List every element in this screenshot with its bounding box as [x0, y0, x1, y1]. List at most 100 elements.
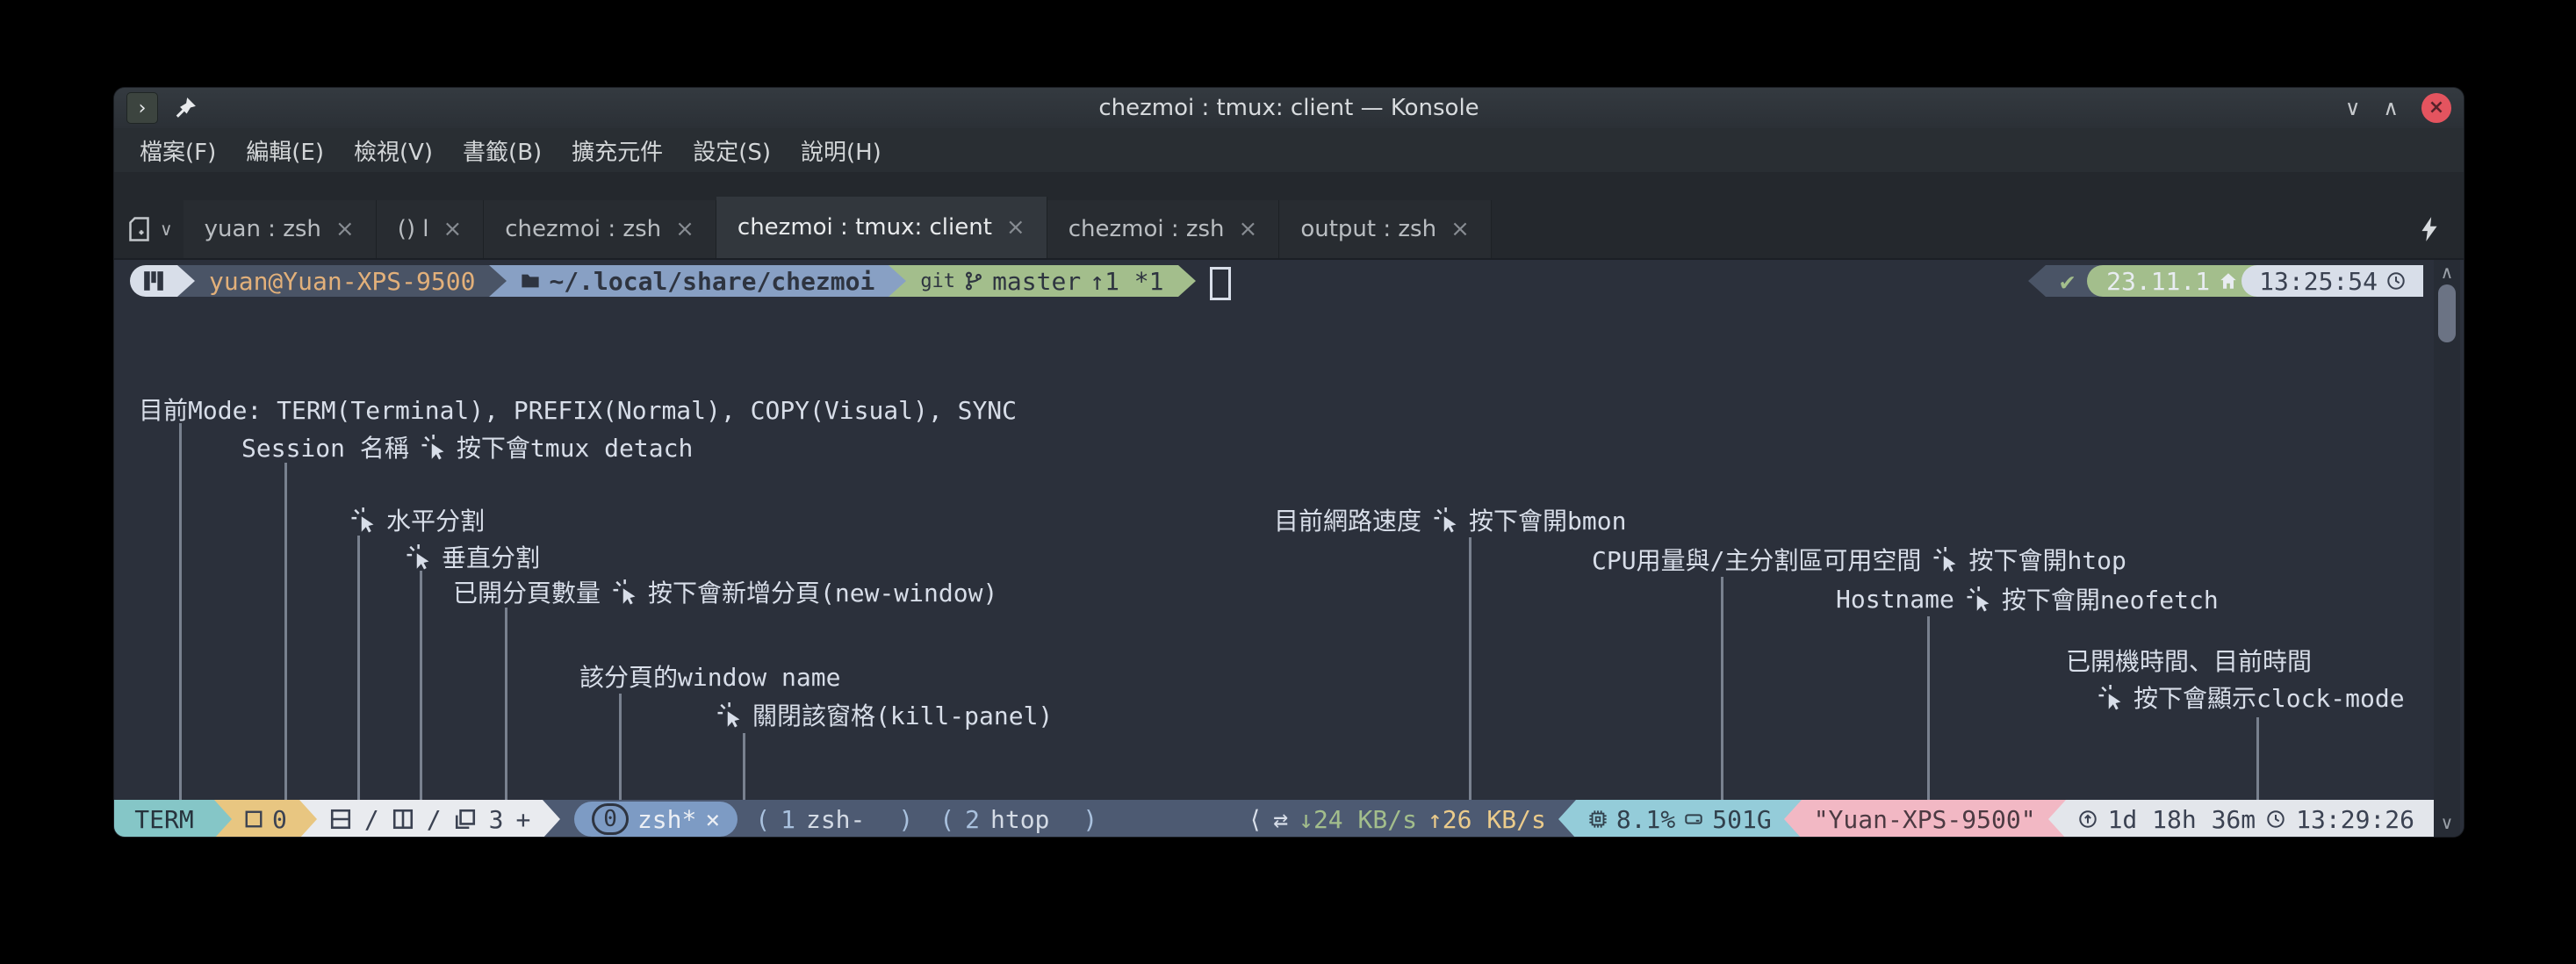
distro-icon — [142, 270, 165, 292]
connector-line — [1721, 577, 1723, 800]
close-button[interactable]: × — [2421, 93, 2451, 123]
tmux-mode-segment: TERM — [114, 800, 214, 837]
maximize-button[interactable]: ∧ — [2383, 97, 2399, 119]
folder-icon — [521, 271, 540, 291]
tab-parens[interactable]: () l × — [377, 200, 485, 258]
mouse-click-icon — [2097, 684, 2123, 710]
cpu-usage: 8.1% — [1616, 805, 1675, 834]
prompt-version: 23.11.1 — [2106, 267, 2210, 296]
menu-bookmarks[interactable]: 書籤(B) — [448, 128, 557, 172]
app-chevron-glyph: › — [139, 97, 147, 119]
tmux-window-2[interactable]: ( 2 htop ) — [931, 800, 1106, 837]
tab-yuan-zsh[interactable]: yuan : zsh × — [183, 200, 377, 258]
prompt-cwd: ~/.local/share/chezmoi — [549, 267, 874, 296]
connector-line — [284, 463, 287, 800]
tmux-network-segment[interactable]: ⟨ ⇄ ↓24 KB/s ↑26 KB/s — [1235, 800, 1558, 837]
connector-line — [619, 694, 622, 800]
annotation-window-name: 該分頁的window name — [579, 658, 840, 694]
tmux-clock-segment[interactable]: 1d 18h 36m 13:29:26 — [2066, 800, 2434, 837]
scroll-up-arrow[interactable]: ∧ — [2434, 262, 2460, 283]
connector-line — [357, 536, 360, 800]
connector-line — [2256, 717, 2259, 800]
chevron-down-icon[interactable]: ∨ — [160, 219, 173, 240]
title-bar[interactable]: › chezmoi : tmux: client — Konsole ∨ ∧ × — [114, 88, 2464, 128]
mouse-click-icon — [405, 543, 431, 570]
tab-close-icon[interactable]: × — [1006, 214, 1025, 241]
split-vertical-icon[interactable] — [392, 808, 414, 831]
menu-plugins[interactable]: 擴充元件 — [557, 128, 678, 172]
prompt-user-host: yuan@Yuan-XPS-9500 — [209, 267, 475, 296]
tmux-status-bar: TERM 0 / / 3 + — [114, 800, 2434, 837]
tab-chezmoi-zsh-2[interactable]: chezmoi : zsh × — [1047, 200, 1280, 258]
new-tab-button[interactable]: ∨ — [114, 200, 183, 258]
menu-view[interactable]: 檢視(V) — [339, 128, 448, 172]
uptime-text: 1d 18h 36m — [2108, 805, 2256, 834]
annotation-clock-mode: 按下會顯示clock-mode — [2097, 680, 2405, 715]
tab-close-icon[interactable]: × — [675, 216, 694, 242]
connector-line — [743, 733, 745, 800]
shell-prompt: yuan@Yuan-XPS-9500 ~/.local/share/chezmo… — [130, 265, 1231, 297]
net-download: ↓24 KB/s — [1299, 805, 1417, 834]
annotation-session-name: Session 名稱 按下會tmux detach — [241, 429, 693, 464]
net-upload: ↑26 KB/s — [1428, 805, 1546, 834]
tab-close-icon[interactable]: × — [1239, 216, 1258, 242]
connector-line — [420, 571, 422, 800]
annotation-network-speed: 目前網路速度 按下會開bmon — [1274, 502, 1626, 537]
new-window-button[interactable]: + — [515, 805, 530, 834]
tab-close-icon[interactable]: × — [1450, 216, 1470, 242]
lightning-icon[interactable] — [2418, 216, 2441, 242]
annotation-cpu-disk: CPU用量與/主分割區可用空間 按下會開htop — [1592, 542, 2126, 577]
connector-line — [505, 608, 507, 800]
window-close-icon[interactable]: × — [705, 805, 720, 834]
prompt-git-branch: master — [992, 267, 1081, 296]
minimize-button[interactable]: ∨ — [2345, 97, 2361, 119]
shell-prompt-right: ✔ 23.11.1 13:25:54 — [2028, 265, 2423, 297]
connector-line — [1469, 537, 1471, 800]
disk-icon — [1684, 809, 1703, 829]
menu-help[interactable]: 說明(H) — [786, 128, 896, 172]
tab-chezmoi-zsh-1[interactable]: chezmoi : zsh × — [484, 200, 716, 258]
tab-output-zsh[interactable]: output : zsh × — [1279, 200, 1492, 258]
tmux-hostname-segment[interactable]: "Yuan-XPS-9500" — [1802, 800, 2048, 837]
scroll-down-arrow[interactable]: ∨ — [2434, 812, 2460, 833]
tmux-session-segment[interactable]: 0 — [232, 800, 299, 837]
clock-icon — [2386, 271, 2406, 291]
window-index-badge: 0 — [592, 803, 629, 835]
powerline-arrow — [2028, 265, 2046, 297]
annotation-kill-panel: 關閉該窗格(kill-panel) — [716, 697, 1053, 732]
tmux-window-active[interactable]: 0 zsh* × — [574, 802, 738, 837]
scrollbar[interactable]: ∧ ∨ — [2434, 260, 2460, 837]
scrollbar-thumb[interactable] — [2438, 284, 2456, 342]
window-title: chezmoi : tmux: client — Konsole — [114, 95, 2464, 121]
hostname-text: "Yuan-XPS-9500" — [1814, 805, 2036, 834]
connector-line — [1927, 616, 1930, 800]
cpu-chip-icon — [1588, 809, 1608, 829]
tab-close-icon[interactable]: × — [443, 216, 462, 242]
split-horizontal-icon[interactable] — [329, 808, 352, 831]
terminal-content: yuan@Yuan-XPS-9500 ~/.local/share/chezmo… — [114, 260, 2434, 837]
mouse-click-icon — [1432, 507, 1458, 533]
tab-close-icon[interactable]: × — [335, 216, 355, 242]
menu-edit[interactable]: 編輯(E) — [231, 128, 339, 172]
git-branch-icon — [964, 271, 983, 291]
menu-bar: 檔案(F) 編輯(E) 檢視(V) 書籤(B) 擴充元件 設定(S) 說明(H) — [114, 128, 2464, 172]
annotation-vertical-split: 垂直分割 — [405, 539, 540, 574]
pin-icon[interactable] — [174, 97, 197, 119]
konsole-app-icon: › — [126, 92, 158, 124]
tmux-window-1[interactable]: ( 1 zsh- ) — [746, 800, 922, 837]
home-icon — [2219, 271, 2238, 291]
tmux-cpu-disk-segment[interactable]: 8.1% 501G — [1576, 800, 1784, 837]
menu-settings[interactable]: 設定(S) — [678, 128, 786, 172]
tmux-pane-controls: / / 3 + — [317, 800, 543, 837]
annotation-hostname: Hostname 按下會開neofetch — [1836, 581, 2219, 616]
tab-bar: ∨ yuan : zsh × () l × chezmoi : zsh × ch… — [114, 172, 2464, 258]
annotation-tab-count: 已開分頁數量 按下會新增分頁(new-window) — [453, 574, 997, 609]
mouse-click-icon — [349, 507, 376, 533]
annotation-mode-line: 目前Mode: TERM(Terminal), PREFIX(Normal), … — [139, 392, 1017, 427]
tab-chezmoi-tmux-client[interactable]: chezmoi : tmux: client × — [716, 197, 1047, 258]
prompt-time: 13:25:54 — [2259, 267, 2378, 296]
prompt-git-status: ↑1 *1 — [1090, 267, 1163, 296]
menu-file[interactable]: 檔案(F) — [125, 128, 231, 172]
disk-free: 501G — [1712, 805, 1771, 834]
check-icon: ✔ — [2060, 267, 2075, 296]
